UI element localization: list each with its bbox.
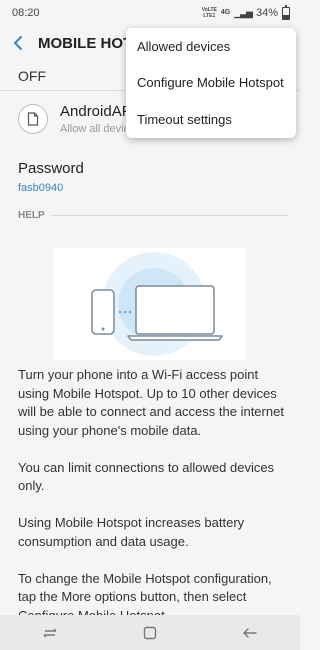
password-value: fasb0940 <box>18 182 64 194</box>
device-icon <box>18 104 48 134</box>
status-time: 08:20 <box>12 7 40 19</box>
menu-item-allowed-devices[interactable]: Allowed devices <box>126 28 296 65</box>
back-icon <box>243 627 257 638</box>
back-arrow-icon <box>14 36 22 50</box>
help-paragraph: You can limit connections to allowed dev… <box>18 459 275 494</box>
hotspot-illustration <box>54 248 246 360</box>
options-menu: Allowed devices Configure Mobile Hotspot… <box>126 28 296 138</box>
hotspot-illustration-icon <box>91 252 223 356</box>
help-paragraph: Turn your phone into a Wi-Fi access poin… <box>18 367 284 438</box>
battery-icon <box>282 4 290 20</box>
nav-back-button[interactable] <box>230 615 270 650</box>
switch-state-label: OFF <box>18 68 46 84</box>
menu-item-configure-hotspot[interactable]: Configure Mobile Hotspot <box>126 65 296 102</box>
menu-item-timeout-settings[interactable]: Timeout settings <box>126 101 296 138</box>
recents-icon <box>43 628 57 637</box>
help-paragraph: Using Mobile Hotspot increases battery c… <box>18 515 245 549</box>
password-setting[interactable]: Password fasb0940 <box>18 160 84 194</box>
document-icon <box>27 112 39 126</box>
help-label: HELP <box>18 210 45 221</box>
navigation-bar <box>0 615 300 650</box>
recents-button[interactable] <box>30 615 70 650</box>
help-divider <box>50 215 288 216</box>
battery-percent: 34% <box>255 7 278 19</box>
password-label: Password <box>18 160 84 177</box>
signal-icon: ▁▃▅ <box>234 7 253 18</box>
help-header: HELP <box>18 210 288 221</box>
4g-label: 4G <box>220 9 231 16</box>
help-text: Turn your phone into a Wi-Fi access poin… <box>18 366 286 644</box>
battery-level <box>283 14 289 19</box>
status-icons: VoLTE LTE1 4G ▁▃▅ 34% <box>201 4 290 20</box>
home-button[interactable] <box>130 615 170 650</box>
network-type-icon: VoLTE LTE1 <box>201 7 217 19</box>
home-icon <box>143 626 157 639</box>
status-bar: 08:20 VoLTE LTE1 4G ▁▃▅ 34% <box>0 0 300 26</box>
back-button[interactable] <box>0 26 38 60</box>
